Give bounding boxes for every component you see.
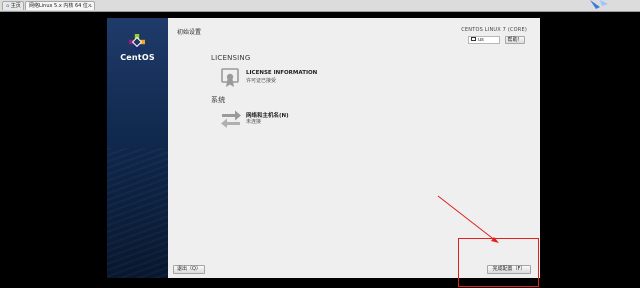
product-name: CENTOS LINUX 7 (CORE) — [461, 27, 527, 33]
keyboard-layout-indicator[interactable]: us — [468, 36, 500, 44]
host-tab-bar: ⌂ 主页 网络Linux 5.x 内核 64 位... × — [0, 0, 640, 12]
help-button[interactable]: 帮助！ — [505, 36, 525, 44]
sidebar: CentOS — [107, 18, 168, 278]
keyboard-layout-label: us — [478, 37, 484, 43]
network-arrows-icon[interactable] — [220, 108, 242, 128]
section-heading-licensing: LICENSING — [211, 54, 251, 62]
sidebar-texture — [107, 148, 168, 278]
spoke-network-status: 未连接 — [246, 119, 262, 125]
tab-vm[interactable]: 网络Linux 5.x 内核 64 位... × — [25, 1, 95, 10]
quit-button[interactable]: 退出（Q） — [173, 265, 205, 274]
tab-home[interactable]: ⌂ 主页 — [2, 1, 24, 10]
spoke-license-status: 许可证已接受 — [246, 78, 277, 84]
tab-home-label: 主页 — [10, 3, 21, 9]
home-icon: ⌂ — [6, 3, 10, 9]
section-heading-system: 系统 — [211, 96, 226, 104]
annotation-highlight-box — [458, 238, 539, 287]
license-certificate-icon[interactable] — [220, 68, 240, 88]
corner-logo-icon — [590, 0, 608, 9]
tab-vm-label: 网络Linux 5.x 内核 64 位... — [29, 3, 93, 9]
centos-logo-text: CentOS — [120, 53, 155, 62]
close-tab-icon[interactable]: × — [88, 2, 92, 10]
keyboard-icon — [471, 37, 476, 41]
spoke-license-title[interactable]: LICENSE INFORMATION — [246, 70, 317, 76]
centos-logo-icon — [129, 34, 145, 50]
page-title: 初始设置 — [177, 29, 202, 36]
